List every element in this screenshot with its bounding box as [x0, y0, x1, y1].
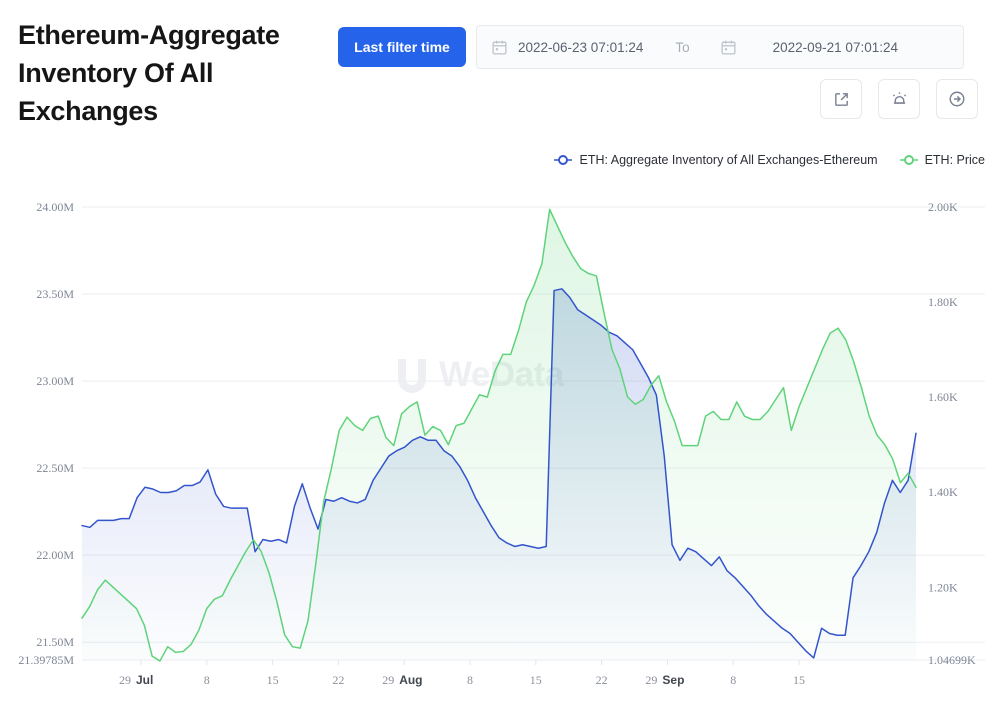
x-axis-tick-day: 15	[793, 673, 805, 687]
x-axis-tick-day: 29	[645, 673, 657, 687]
legend-marker-icon	[554, 155, 573, 165]
legend-label-inventory: ETH: Aggregate Inventory of All Exchange…	[579, 153, 878, 167]
y-axis-left-tick: 24.00M	[36, 200, 74, 214]
date-range-picker[interactable]: 2022-06-23 07:01:24 To 2022-09-21 07:01:…	[476, 25, 964, 69]
legend-item-price[interactable]: ETH: Price	[899, 153, 985, 167]
y-axis-right-tick: 1.40K	[928, 485, 958, 499]
chart-areas	[82, 209, 916, 661]
x-axis-tick-day: 22	[596, 673, 608, 687]
x-axis-tick-day: 15	[267, 673, 279, 687]
chart-area[interactable]: 24.00M 23.50M 23.00M 22.50M 22.00M 21.50M 21.3…	[0, 185, 999, 705]
date-range-separator: To	[675, 39, 690, 55]
y-axis-right-labels: 2.00K 1.80K 1.60K 1.40K 1.20K 1.04699K	[928, 200, 976, 667]
date-to-value[interactable]: 2022-09-21 07:01:24	[773, 40, 898, 55]
calendar-icon	[491, 39, 508, 56]
y-axis-left-labels: 24.00M 23.50M 23.00M 22.50M 22.00M 21.50M 21.3…	[18, 200, 74, 667]
last-filter-time-button[interactable]: Last filter time	[338, 27, 466, 67]
calendar-icon-2	[720, 39, 737, 56]
toolbar	[820, 79, 978, 119]
arrow-right-circle-icon[interactable]	[936, 79, 978, 119]
y-axis-right-tick: 1.04699K	[928, 653, 976, 667]
y-axis-right-tick: 1.80K	[928, 295, 958, 309]
legend-marker-icon-2	[899, 155, 918, 165]
external-link-icon[interactable]	[820, 79, 862, 119]
page-header: Ethereum-Aggregate Inventory Of All Exch…	[0, 0, 999, 140]
x-axis-tick-day: 8	[730, 673, 736, 687]
y-axis-left-tick: 22.50M	[36, 461, 74, 475]
x-axis-tick-day: 22	[332, 673, 344, 687]
x-axis-tick-day: 8	[204, 673, 210, 687]
x-axis-tick-month: Jul	[136, 673, 153, 687]
page-title: Ethereum-Aggregate Inventory Of All Exch…	[18, 20, 280, 126]
y-axis-left-tick: 21.50M	[36, 635, 74, 649]
y-axis-right-tick: 1.20K	[928, 580, 958, 594]
legend-label-price: ETH: Price	[924, 153, 985, 167]
y-axis-right-tick: 2.00K	[928, 200, 958, 214]
x-axis-tick-month: Aug	[399, 673, 422, 687]
y-axis-left-tick: 23.00M	[36, 374, 74, 388]
legend-item-inventory[interactable]: ETH: Aggregate Inventory of All Exchange…	[554, 153, 878, 167]
x-axis-tick-month: Sep	[662, 673, 684, 687]
x-axis-tick-day: 29	[119, 673, 131, 687]
x-axis-tick-day: 15	[530, 673, 542, 687]
chart-svg[interactable]: 24.00M 23.50M 23.00M 22.50M 22.00M 21.50M 21.3…	[0, 185, 999, 705]
y-axis-left-tick: 21.39785M	[18, 653, 74, 667]
x-axis-tick-day: 29	[382, 673, 394, 687]
chart-legend: ETH: Aggregate Inventory of All Exchange…	[0, 153, 985, 167]
x-axis-labels: 29 Jul 8 15 22 29 Aug 8 15 22 29 Sep 8 15	[119, 660, 805, 687]
y-axis-left-tick: 22.00M	[36, 548, 74, 562]
y-axis-right-tick: 1.60K	[928, 390, 958, 404]
x-axis-tick-day: 8	[467, 673, 473, 687]
alarm-icon[interactable]	[878, 79, 920, 119]
date-from-value[interactable]: 2022-06-23 07:01:24	[518, 40, 643, 55]
y-axis-left-tick: 23.50M	[36, 287, 74, 301]
